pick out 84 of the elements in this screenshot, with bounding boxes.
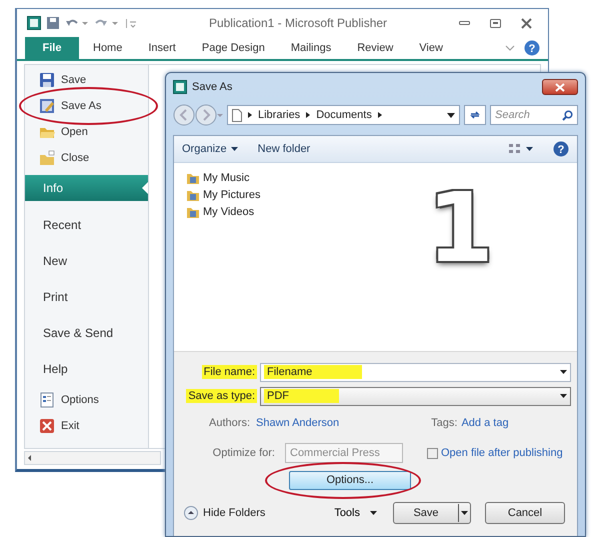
ribbon-tab[interactable]: File [25, 37, 79, 59]
menu-item[interactable]: Recent [25, 207, 148, 243]
folder-icon [39, 150, 55, 166]
publisher-logo-icon [173, 80, 187, 94]
field-label: Optimize for: [212, 446, 276, 460]
ribbon-tab[interactable]: View [407, 37, 455, 59]
field-label: File name: [202, 365, 257, 379]
new-folder-button[interactable]: New folder [258, 143, 310, 155]
maximize-icon [490, 18, 501, 28]
options-button[interactable]: Options... [289, 470, 411, 490]
field-label: Authors: [208, 416, 251, 430]
collapse-ribbon-icon [504, 43, 516, 53]
minimize-icon [459, 21, 470, 25]
help-icon[interactable]: ? [553, 141, 569, 157]
tools-button[interactable]: Tools [334, 507, 377, 519]
organize-button[interactable]: Organize [182, 143, 238, 155]
split-caret-icon [458, 503, 470, 523]
help-icon[interactable]: ? [524, 40, 540, 56]
menu-item[interactable]: Info [25, 175, 148, 201]
publisher-logo-icon [27, 16, 41, 30]
field-label: Save as type: [186, 389, 257, 403]
customize-toolbar-icon [125, 17, 137, 29]
refresh-button[interactable] [464, 105, 486, 125]
menu-item[interactable]: Open [25, 119, 148, 145]
save-icon [47, 17, 59, 29]
folder-icon [186, 188, 200, 202]
close-button[interactable] [542, 79, 578, 95]
save-icon [39, 72, 55, 88]
caret-icon [370, 511, 377, 515]
menu-item[interactable]: Help [25, 351, 148, 387]
close-icon [39, 418, 55, 434]
ribbon-tab[interactable]: Home [81, 37, 134, 59]
view-button[interactable] [508, 143, 533, 155]
dropdown-caret-icon [447, 112, 455, 118]
menu-item[interactable]: Print [25, 279, 148, 315]
menu-item[interactable]: Save [25, 67, 148, 93]
menu-item[interactable]: Save & Send [25, 315, 148, 351]
breadcrumb-arrow-icon [247, 111, 253, 119]
caret-icon [526, 147, 533, 151]
refresh-icon [469, 109, 481, 121]
ribbon-tab[interactable]: Review [345, 37, 406, 59]
input-field[interactable]: Filename [260, 362, 571, 382]
author-link[interactable]: Shawn Anderson [256, 417, 340, 429]
cancel-button[interactable]: Cancel [485, 502, 565, 524]
back-icon [173, 104, 195, 126]
folder-icon [186, 171, 200, 185]
folder-icon [186, 205, 200, 219]
ribbon-tab[interactable]: Insert [136, 37, 188, 59]
dropdown-caret-icon [560, 370, 567, 374]
close-icon [521, 18, 532, 28]
dialog-title: Save As [192, 81, 232, 93]
breadcrumb-item[interactable]: Libraries [258, 109, 300, 121]
forward-icon [195, 104, 217, 126]
breadcrumb-arrow-icon [305, 111, 312, 119]
hide-folders-button[interactable]: Hide Folders [180, 506, 266, 520]
close-icon [555, 82, 565, 92]
collapse-icon [184, 506, 198, 520]
save-as-icon [39, 98, 55, 114]
tag-link[interactable]: Add a tag [461, 417, 509, 429]
menu-item[interactable]: Save As [25, 93, 148, 119]
document-icon [39, 392, 55, 408]
breadcrumb-arrow-icon [376, 111, 383, 119]
window-title: Publication1 - Microsoft Publisher [208, 16, 388, 30]
view-icon [508, 143, 522, 155]
scrollbar[interactable] [24, 451, 161, 465]
dropdown-caret-icon [560, 394, 567, 398]
ribbon-tab[interactable]: Page Design [190, 37, 277, 59]
checkbox[interactable]: Open file after publishing [427, 447, 563, 459]
dropdown[interactable]: PDF [260, 386, 571, 406]
save-button[interactable]: Save [393, 502, 471, 524]
address-bar[interactable]: Libraries Documents [227, 105, 460, 125]
document-icon [232, 108, 242, 122]
dropdown-caret-icon [217, 114, 223, 116]
search-field[interactable]: Search [490, 105, 578, 125]
ribbon-tab[interactable]: Mailings [278, 37, 344, 59]
menu-item[interactable]: Close [25, 145, 148, 171]
breadcrumb-item[interactable]: Documents [316, 109, 372, 121]
menu-item[interactable]: Exit [25, 413, 148, 439]
menu-item[interactable]: Options [25, 387, 148, 413]
menu-item[interactable]: New [25, 243, 148, 279]
caret-icon [230, 147, 238, 151]
search-icon [562, 110, 573, 121]
input-field: Commercial Press [285, 443, 403, 463]
field-label: Tags: [431, 417, 458, 429]
